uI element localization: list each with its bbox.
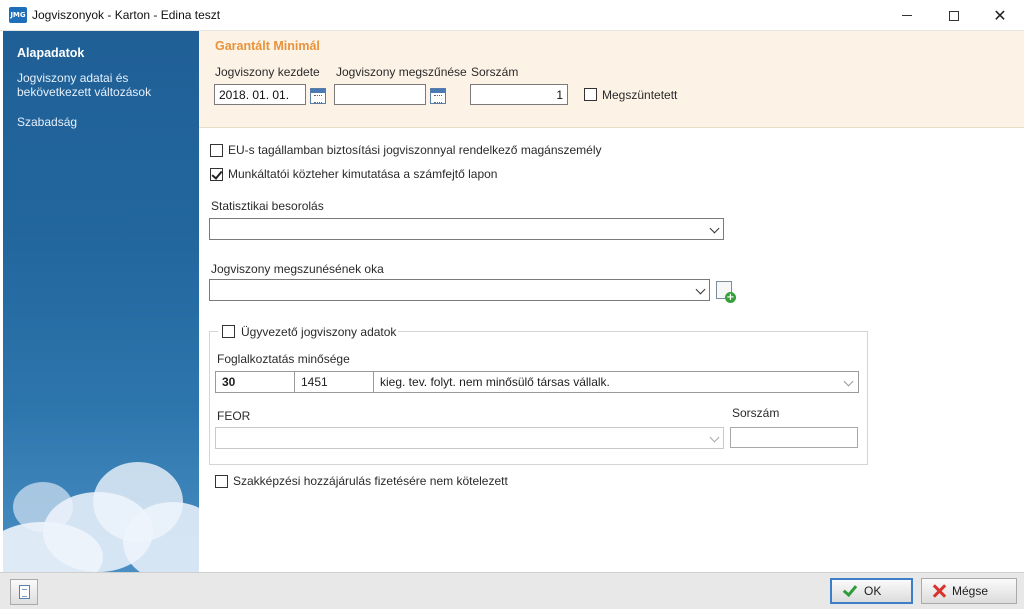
end-date-label: Jogviszony megszűnése [336, 65, 467, 79]
app-logo-icon: JMG [9, 7, 27, 23]
chevron-down-icon [695, 284, 706, 295]
sidebar-item-jogviszony-adatai[interactable]: Jogviszony adatai és bekövetkezett válto… [17, 71, 177, 99]
maximize-button[interactable] [931, 0, 977, 31]
managing-label: Ügyvezető jogviszony adatok [241, 325, 397, 339]
employer-checkbox[interactable] [210, 168, 223, 181]
chevron-down-icon [709, 223, 720, 234]
feor-serial-field[interactable] [730, 427, 858, 448]
sidebar-item-alapadatok[interactable]: Alapadatok [17, 46, 84, 60]
add-new-icon[interactable] [716, 281, 736, 303]
start-date-label: Jogviszony kezdete [215, 65, 320, 79]
termination-reason-dropdown[interactable] [209, 279, 710, 301]
window-title: Jogviszonyok - Karton - Edina teszt [32, 8, 221, 22]
ok-button[interactable]: OK [830, 578, 913, 604]
employment-quality-selector[interactable]: 30 1451 kieg. tev. folyt. nem minősülő t… [215, 371, 859, 393]
employment-quality-label: Foglalkoztatás minősége [217, 352, 350, 366]
employment-quality-number: 1451 [301, 375, 328, 389]
eu-checkbox[interactable] [210, 144, 223, 157]
feor-label: FEOR [217, 409, 251, 423]
serial-label: Sorszám [471, 65, 519, 79]
close-button[interactable]: ✕ [977, 0, 1023, 31]
footer-bar: OK Mégse [0, 572, 1024, 609]
header-title: Garantált Minimál [215, 39, 320, 53]
chevron-down-icon [843, 376, 854, 387]
vocational-checkbox[interactable] [215, 475, 228, 488]
ok-label: OK [864, 584, 882, 598]
chevron-down-icon [709, 432, 720, 443]
employment-quality-code: 30 [222, 375, 236, 389]
cancel-x-icon [932, 584, 946, 598]
sidebar-item-szabadsag[interactable]: Szabadság [17, 115, 77, 129]
cancel-button[interactable]: Mégse [921, 578, 1017, 604]
employer-label: Munkáltatói közteher kimutatása a számfe… [228, 167, 498, 181]
stat-label: Statisztikai besorolás [211, 199, 324, 213]
sidebar-nav: Alapadatok Jogviszony adatai és bekövetk… [3, 31, 199, 572]
close-icon: ✕ [993, 6, 1007, 25]
maximize-icon [949, 10, 959, 21]
calendar-icon[interactable] [430, 88, 446, 104]
feor-dropdown[interactable] [215, 427, 724, 449]
cancel-label: Mégse [952, 584, 989, 598]
serial-field[interactable]: 1 [470, 84, 568, 105]
termination-reason-label: Jogviszony megszunésének oka [211, 262, 384, 276]
checkmark-icon [842, 584, 858, 598]
document-icon [19, 585, 30, 599]
end-date-field[interactable] [334, 84, 426, 105]
calendar-icon[interactable] [310, 88, 326, 104]
feor-serial-label: Sorszám [732, 406, 780, 420]
terminated-checkbox[interactable] [584, 88, 597, 101]
eu-label: EU-s tagállamban biztosítási jogviszonny… [228, 143, 602, 157]
header-panel: Garantált Minimál Jogviszony kezdete Jog… [199, 31, 1024, 128]
employment-quality-description: kieg. tev. folyt. nem minősülő társas vá… [380, 375, 610, 389]
managing-checkbox[interactable] [222, 325, 235, 338]
start-date-field[interactable]: 2018. 01. 01. [214, 84, 306, 105]
document-button[interactable] [10, 579, 38, 605]
stat-dropdown[interactable] [209, 218, 724, 240]
title-bar: JMG Jogviszonyok - Karton - Edina teszt … [0, 0, 1024, 31]
terminated-label: Megszüntetett [602, 88, 678, 102]
vocational-label: Szakképzési hozzájárulás fizetésére nem … [233, 474, 508, 488]
clouds-image [3, 432, 199, 572]
minimize-icon [902, 15, 912, 16]
minimize-button[interactable] [884, 0, 930, 31]
